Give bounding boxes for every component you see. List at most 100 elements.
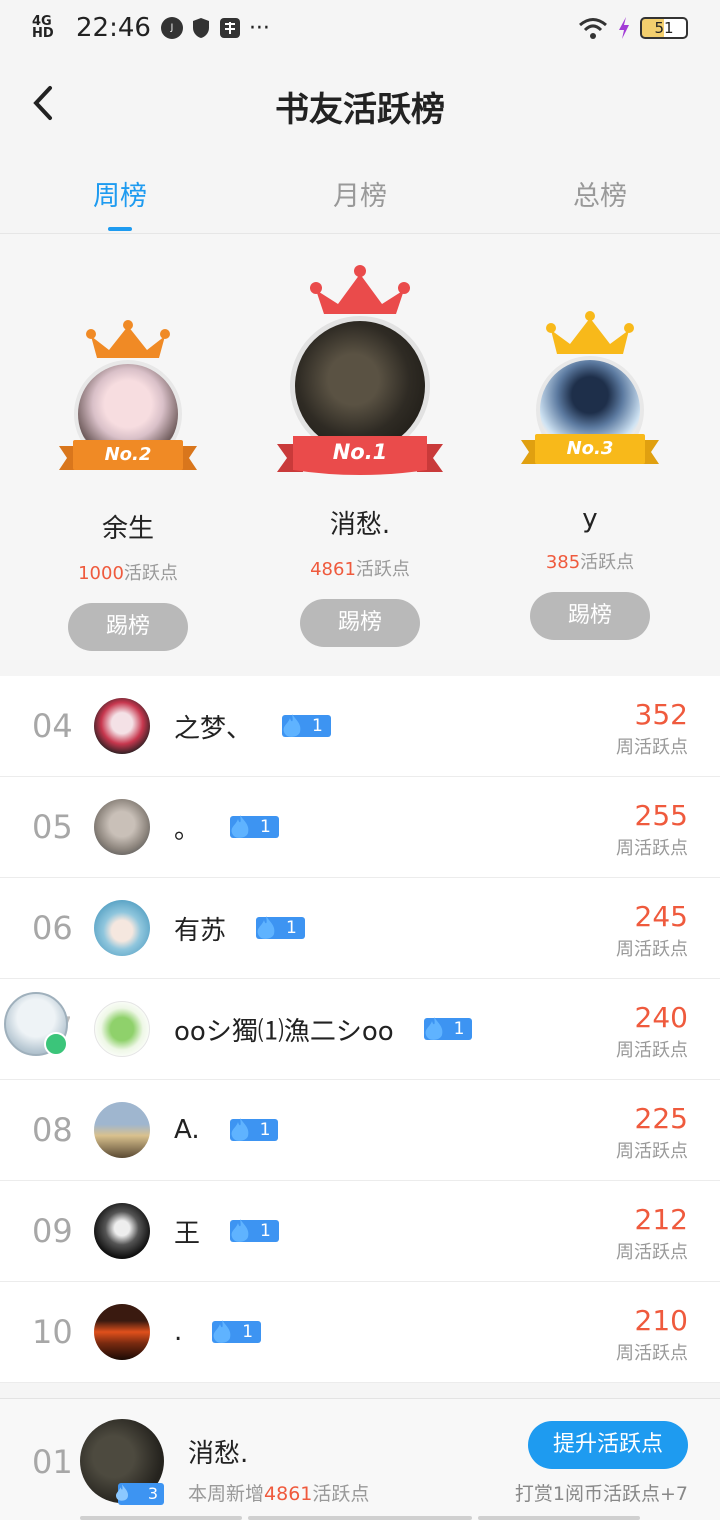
score-unit: 周活跃点 bbox=[616, 1141, 688, 1162]
user-name: . bbox=[174, 1317, 183, 1347]
kick-button[interactable]: 踢榜 bbox=[68, 603, 188, 651]
avatar[interactable] bbox=[94, 900, 150, 956]
avatar[interactable] bbox=[94, 799, 150, 855]
podium-rank-3: No.3 y 385活跃点 踢榜 bbox=[470, 310, 710, 640]
more-notifications-icon: ··· bbox=[248, 15, 270, 41]
score: 352 周活跃点 bbox=[616, 698, 688, 759]
score-unit: 周活跃点 bbox=[616, 838, 688, 859]
my-name: 消愁. bbox=[188, 1439, 249, 1469]
my-rank-number: 01 bbox=[32, 1443, 73, 1481]
flame-icon bbox=[425, 1017, 443, 1040]
app-notification-icon bbox=[219, 18, 240, 38]
podium-name: 余生 bbox=[101, 514, 154, 544]
podium-name: y bbox=[582, 504, 598, 534]
clock: 22:46 bbox=[76, 13, 151, 43]
avatar[interactable] bbox=[94, 1001, 150, 1057]
score-unit: 周活跃点 bbox=[616, 939, 688, 960]
tab-all-time[interactable]: 总榜 bbox=[480, 152, 720, 233]
list-item[interactable]: 10 . 1 210 周活跃点 bbox=[0, 1282, 720, 1383]
page-title: 书友活跃榜 bbox=[275, 90, 445, 130]
kick-button[interactable]: 踢榜 bbox=[300, 599, 420, 647]
score-unit: 周活跃点 bbox=[616, 1242, 688, 1263]
nav-indicator bbox=[478, 1516, 640, 1520]
list-item[interactable]: 06 有苏 1 245 周活跃点 bbox=[0, 878, 720, 979]
podium-points: 1000活跃点 bbox=[78, 563, 178, 584]
kick-button[interactable]: 踢榜 bbox=[530, 592, 650, 640]
jovi-icon: J bbox=[160, 17, 183, 39]
top-three-podium: No.2 余生 1000活跃点 踢榜 No.1 消愁. 4861活跃点 踢榜 N… bbox=[0, 234, 720, 660]
shield-icon bbox=[192, 18, 209, 38]
score-points: 245 bbox=[634, 900, 688, 933]
crown-icon bbox=[546, 311, 634, 354]
network-indicator: 4G HD bbox=[32, 14, 54, 41]
my-week-points: 本周新增4861活跃点 bbox=[188, 1483, 370, 1505]
score-points: 225 bbox=[634, 1102, 688, 1135]
level-badge: 1 bbox=[420, 1017, 473, 1041]
boost-activity-button[interactable]: 提升活跃点 bbox=[528, 1421, 688, 1469]
microphone-icon bbox=[44, 1032, 68, 1056]
avatar[interactable] bbox=[94, 698, 150, 754]
flame-icon bbox=[231, 1219, 249, 1242]
rank-badge: No.2 bbox=[104, 444, 152, 465]
flame-icon bbox=[283, 714, 301, 737]
podium-rank-1: No.1 消愁. 4861活跃点 踢榜 bbox=[240, 264, 480, 647]
floating-assistant-button[interactable] bbox=[4, 992, 68, 1056]
level-badge: 1 bbox=[226, 1219, 279, 1243]
battery-icon: 51 bbox=[640, 17, 688, 39]
battery-level: 51 bbox=[654, 19, 674, 37]
tab-monthly[interactable]: 月榜 bbox=[240, 152, 480, 233]
podium-rank-2: No.2 余生 1000活跃点 踢榜 bbox=[8, 320, 248, 651]
crown-icon bbox=[86, 320, 170, 358]
rank-number: 04 bbox=[32, 707, 73, 745]
list-item[interactable]: 05 。 1 255 周活跃点 bbox=[0, 777, 720, 878]
rank-number: 05 bbox=[32, 808, 73, 846]
user-name: 。 bbox=[174, 814, 201, 845]
score-unit: 周活跃点 bbox=[616, 1040, 688, 1061]
nav-indicator bbox=[80, 1516, 242, 1520]
score-points: 210 bbox=[634, 1304, 688, 1337]
list-item[interactable]: 04 之梦、 1 352 周活跃点 bbox=[0, 676, 720, 777]
my-rank-bar: 01 3 消愁. 本周新增4861活跃点 提升活跃点 打赏1阅币活跃点+7 bbox=[0, 1398, 720, 1520]
level-badge: 1 bbox=[226, 815, 279, 839]
score-points: 212 bbox=[634, 1203, 688, 1236]
header: 书友活跃榜 bbox=[0, 56, 720, 152]
my-level-badge: 3 bbox=[115, 1483, 164, 1505]
level-badge: 1 bbox=[208, 1320, 262, 1344]
flame-icon bbox=[115, 1484, 128, 1501]
flame-icon bbox=[213, 1320, 231, 1343]
score: 225 周活跃点 bbox=[616, 1102, 688, 1163]
flame-icon bbox=[257, 916, 275, 939]
avatar[interactable] bbox=[94, 1203, 150, 1259]
flame-icon bbox=[231, 1118, 248, 1141]
score: 210 周活跃点 bbox=[616, 1304, 688, 1365]
level-badge: 1 bbox=[252, 916, 305, 940]
score-unit: 周活跃点 bbox=[616, 1343, 688, 1364]
user-name: A. bbox=[174, 1115, 200, 1145]
status-bar: 4G HD 22:46 J ··· 51 bbox=[0, 0, 720, 56]
charging-icon bbox=[619, 17, 629, 39]
flame-icon bbox=[231, 815, 249, 838]
reward-note: 打赏1阅币活跃点+7 bbox=[514, 1483, 688, 1505]
score-unit: 周活跃点 bbox=[616, 737, 688, 758]
ranking-list: 04 之梦、 1 352 周活跃点 05 。 1 255 周活跃点 06 有苏 … bbox=[0, 676, 720, 1383]
list-item[interactable]: 09 王 1 212 周活跃点 bbox=[0, 1181, 720, 1282]
avatar[interactable] bbox=[94, 1304, 150, 1360]
tab-weekly[interactable]: 周榜 bbox=[0, 152, 240, 233]
avatar[interactable] bbox=[94, 1102, 150, 1158]
podium-points: 385活跃点 bbox=[545, 552, 635, 573]
list-item[interactable]: 08 A. 1 225 周活跃点 bbox=[0, 1080, 720, 1181]
score: 212 周活跃点 bbox=[616, 1203, 688, 1264]
user-name: 王 bbox=[174, 1218, 201, 1249]
tab-bar: 周榜 月榜 总榜 bbox=[0, 152, 720, 234]
crown-icon bbox=[310, 265, 410, 314]
rank-number: 09 bbox=[32, 1212, 73, 1250]
rank-badge: No.1 bbox=[332, 440, 388, 464]
score: 255 周活跃点 bbox=[616, 799, 688, 860]
score-points: 352 bbox=[634, 698, 688, 731]
level-badge: 1 bbox=[226, 1118, 279, 1142]
user-name: 之梦、 bbox=[174, 713, 253, 744]
rank-badge: No.3 bbox=[566, 438, 614, 459]
list-item[interactable]: 07 ooシ獨⑴漁二シoo 1 240 周活跃点 bbox=[0, 979, 720, 1080]
score-points: 240 bbox=[634, 1001, 688, 1034]
level-badge: 1 bbox=[278, 714, 331, 738]
